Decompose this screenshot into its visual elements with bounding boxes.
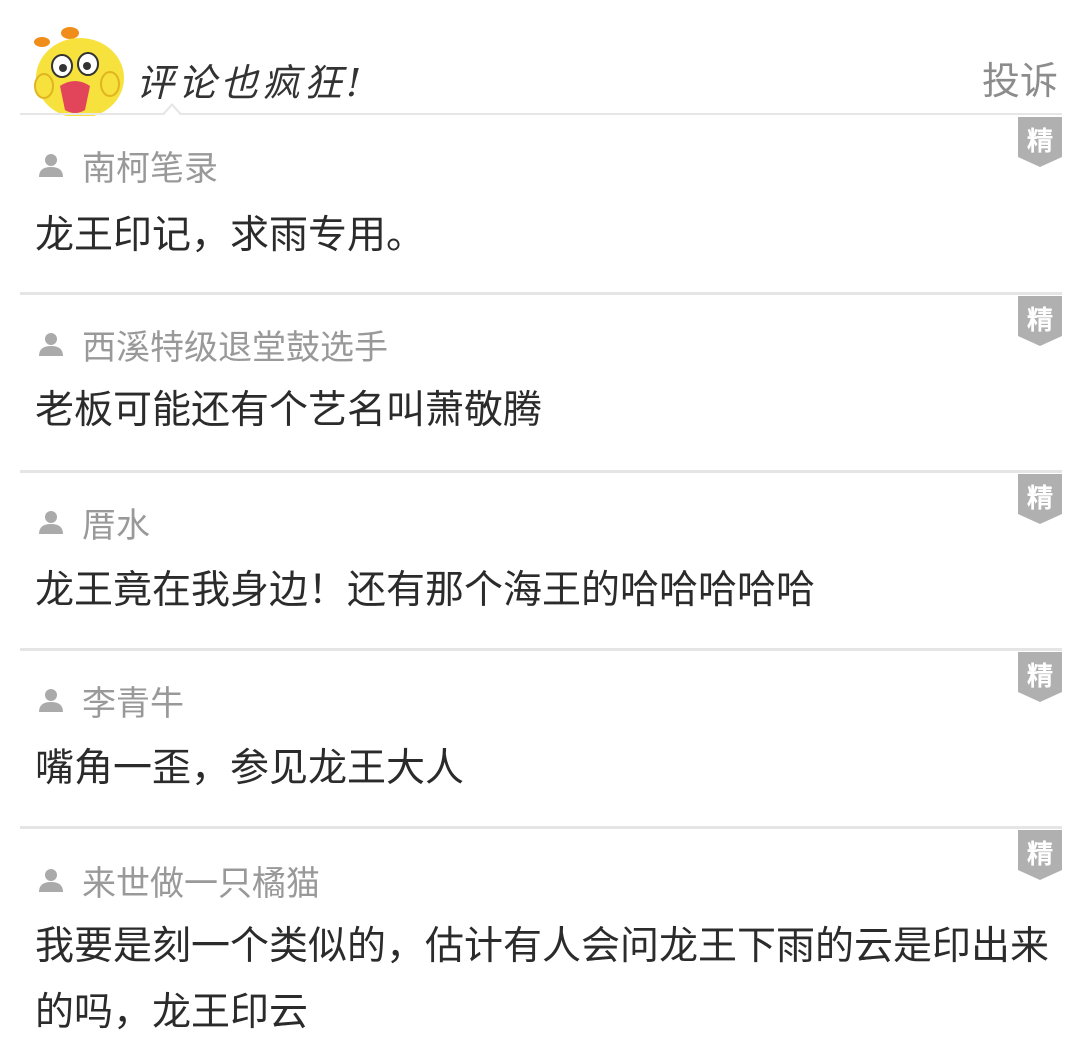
comment-username[interactable]: 李青牛 [82,676,184,725]
comment-text: 我要是刻一个类似的，估计有人会问龙王下雨的云是印出来的吗，龙王印云 [35,924,1050,1035]
comment-text: 老板可能还有个艺名叫萧敬腾 [35,388,543,433]
report-button[interactable]: 投诉 [982,50,1058,105]
featured-badge-label: 精 [1026,484,1053,514]
user-icon [39,689,63,712]
comment-divider [20,648,1062,651]
comment-username[interactable]: 西溪特级退堂鼓选手 [82,320,388,369]
comment-text: 龙王竟在我身边！还有那个海王的哈哈哈哈哈 [35,568,816,613]
user-icon [39,154,63,177]
featured-badge-label: 精 [1026,840,1053,870]
comment-divider [20,292,1062,295]
comment-item: 精 来世做一只橘猫 我要是刻一个类似的，估计有人会问龙王下雨的云是印出来的吗，龙… [20,826,1062,1054]
comment-divider [20,470,1062,473]
comment-item: 精 西溪特级退堂鼓选手 老板可能还有个艺名叫萧敬腾 [20,292,1062,470]
comments-header: 评论也疯狂! 投诉 [0,0,1080,116]
comment-divider [20,826,1062,829]
featured-badge-label: 精 [1026,662,1053,692]
user-icon [39,333,63,356]
comment-item: 精 厝水 龙王竟在我身边！还有那个海王的哈哈哈哈哈 [20,470,1062,648]
comment-item: 精 李青牛 嘴角一歪，参见龙王大人 [20,648,1062,826]
comment-text: 龙王印记，求雨专用。 [35,213,426,258]
user-icon [39,511,63,534]
comment-item: 精 南柯笔录 龙王印记，求雨专用。 [20,115,1062,293]
comment-username[interactable]: 厝水 [82,498,150,547]
comment-username[interactable]: 南柯笔录 [82,141,218,190]
user-icon [39,869,63,892]
header-notch-inner [164,106,180,115]
featured-badge-label: 精 [1026,306,1053,336]
comment-username[interactable]: 来世做一只橘猫 [82,856,320,905]
header-title: 评论也疯狂! [136,61,366,105]
yellow-chick-mascot-icon [34,27,124,116]
comment-text: 嘴角一歪，参见龙王大人 [35,746,465,791]
featured-badge-label: 精 [1026,127,1053,157]
